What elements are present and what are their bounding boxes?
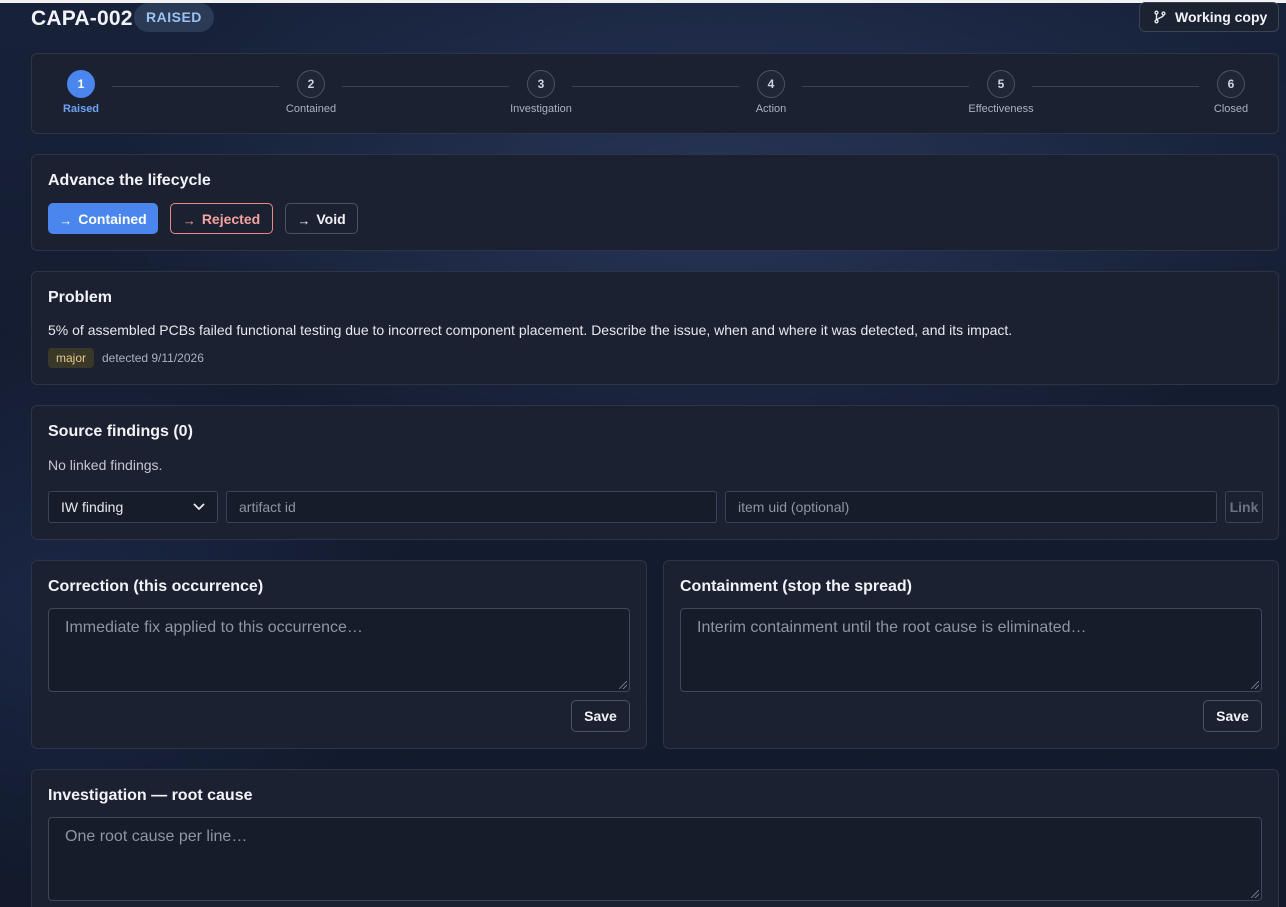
step-number: 1 xyxy=(67,70,95,98)
step-connector xyxy=(572,86,739,87)
page-header: CAPA-002 RAISED Working copy xyxy=(31,2,1279,33)
status-badge: RAISED xyxy=(134,3,214,32)
button-label: Rejected xyxy=(201,210,261,227)
button-label: Void xyxy=(316,210,346,227)
arrow-right-icon: → xyxy=(182,212,196,228)
working-copy-label: Working copy xyxy=(1175,9,1268,25)
step-number: 3 xyxy=(527,70,555,98)
resize-handle-icon[interactable] xyxy=(1251,890,1259,898)
advance-void-button[interactable]: → Void xyxy=(285,203,358,234)
findings-title: Source findings (0) xyxy=(48,423,193,440)
advance-rejected-button[interactable]: → Rejected xyxy=(170,203,273,234)
advance-lifecycle-card: Advance the lifecycle → Contained → Reje… xyxy=(31,154,1279,251)
step-effectiveness[interactable]: 5 Effectiveness xyxy=(951,70,1051,115)
correction-textarea[interactable]: Immediate fix applied to this occurrence… xyxy=(48,608,630,692)
artifact-id-input[interactable]: artifact id xyxy=(226,491,717,523)
step-number: 6 xyxy=(1217,70,1245,98)
source-findings-card: Source findings (0) No linked findings. … xyxy=(31,405,1279,540)
arrow-right-icon: → xyxy=(297,212,311,228)
save-containment-button[interactable]: Save xyxy=(1203,700,1262,732)
correction-card: Correction (this occurrence) Immediate f… xyxy=(31,560,647,749)
advance-title: Advance the lifecycle xyxy=(48,172,211,189)
link-finding-button[interactable]: Link xyxy=(1225,491,1263,523)
chevron-down-icon xyxy=(193,503,205,510)
button-label: Contained xyxy=(78,210,147,227)
finding-type-select[interactable]: IW finding xyxy=(48,491,218,523)
correction-title: Correction (this occurrence) xyxy=(48,578,264,595)
page-title: CAPA-002 xyxy=(31,7,133,30)
step-connector xyxy=(802,86,969,87)
investigation-card: Investigation — root cause One root caus… xyxy=(31,769,1279,907)
step-number: 2 xyxy=(297,70,325,98)
step-label: Action xyxy=(755,103,787,115)
findings-empty-text: No linked findings. xyxy=(48,457,163,473)
advance-contained-button[interactable]: → Contained xyxy=(48,203,158,234)
git-branch-icon xyxy=(1154,10,1166,24)
save-correction-button[interactable]: Save xyxy=(571,700,630,732)
step-connector xyxy=(112,86,279,87)
item-uid-input[interactable]: item uid (optional) xyxy=(725,491,1217,523)
problem-description: 5% of assembled PCBs failed functional t… xyxy=(48,322,1013,338)
step-investigation[interactable]: 3 Investigation xyxy=(491,70,591,115)
textarea-placeholder: One root cause per line… xyxy=(65,828,248,845)
step-number: 5 xyxy=(987,70,1015,98)
working-copy-button[interactable]: Working copy xyxy=(1139,2,1279,32)
step-label: Effectiveness xyxy=(968,103,1034,115)
lifecycle-stepper: 1 Raised 2 Contained 3 Investigation 4 A… xyxy=(31,53,1279,134)
textarea-placeholder: Interim containment until the root cause… xyxy=(697,619,1087,636)
step-connector xyxy=(1032,86,1199,87)
containment-title: Containment (stop the spread) xyxy=(680,578,913,595)
step-label: Contained xyxy=(285,103,337,115)
select-value: IW finding xyxy=(61,499,124,515)
step-label: Investigation xyxy=(510,103,572,115)
step-closed[interactable]: 6 Closed xyxy=(1181,70,1281,115)
resize-handle-icon[interactable] xyxy=(1251,681,1259,689)
problem-title: Problem xyxy=(48,289,113,306)
investigation-title: Investigation — root cause xyxy=(48,787,253,804)
resize-handle-icon[interactable] xyxy=(619,681,627,689)
step-number: 4 xyxy=(757,70,785,98)
severity-badge: major xyxy=(48,348,95,368)
containment-textarea[interactable]: Interim containment until the root cause… xyxy=(680,608,1262,692)
step-label: Closed xyxy=(1213,103,1249,115)
step-raised[interactable]: 1 Raised xyxy=(31,70,131,115)
problem-card: Problem 5% of assembled PCBs failed func… xyxy=(31,271,1279,385)
step-label: Raised xyxy=(62,103,100,115)
step-action[interactable]: 4 Action xyxy=(721,70,821,115)
step-connector xyxy=(342,86,509,87)
step-contained[interactable]: 2 Contained xyxy=(261,70,361,115)
containment-card: Containment (stop the spread) Interim co… xyxy=(663,560,1279,749)
root-cause-textarea[interactable]: One root cause per line… xyxy=(48,817,1262,901)
detected-date: detected 9/11/2026 xyxy=(102,351,204,365)
arrow-right-icon: → xyxy=(59,212,73,228)
textarea-placeholder: Immediate fix applied to this occurrence… xyxy=(65,619,363,636)
